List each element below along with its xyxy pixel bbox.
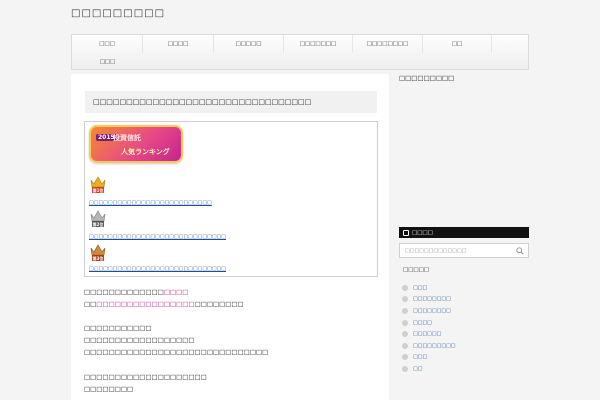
bullet-icon	[402, 307, 408, 314]
category-label: □□	[413, 365, 423, 372]
ranking-banner[interactable]: 2015 投資信託 人気ランキング	[89, 125, 183, 163]
paragraph-3: □□□□□□□□□□□□□□□□□□□□ □□□□□□□□	[84, 371, 384, 395]
rank-2-label: 第2位	[93, 221, 104, 227]
category-item[interactable]: □□□	[402, 352, 456, 364]
paragraph-2-line: □□□□□□□□□□□□□□□□□□	[84, 336, 195, 344]
category-list: □□□ □□□□□□□□ □□□□□□□□ □□□□ □□□□□□ □□□□□□…	[402, 282, 456, 375]
category-label: □□□□□□□□□	[413, 342, 456, 349]
paragraph-2-line: □□□□□□□□□□□	[84, 324, 152, 332]
nav-item-4[interactable]: □□□□□□□	[284, 35, 353, 53]
category-item[interactable]: □□□□	[402, 317, 456, 329]
search-input[interactable]: □□□□□□□□□□□□□	[399, 243, 529, 258]
site-title[interactable]: □□□□□□□□□	[71, 8, 165, 19]
nav-item-2[interactable]: □□□□	[143, 35, 214, 53]
category-label: □□□□□□□□	[413, 307, 451, 314]
paragraph-2: □□□□□□□□□□□ □□□□□□□□□□□□□□□□□□ □□□□□□□□□…	[84, 322, 384, 358]
paragraph-3-line: □□□□□□□□□□□□□□□□□□□□	[84, 373, 207, 381]
nav-row-1: □□□ □□□□ □□□□□ □□□□□□□ □□□□□□□□ □□	[72, 35, 528, 53]
category-item[interactable]: □□□	[402, 282, 456, 294]
sidebar-heading: □□□□□□□□□	[399, 74, 455, 82]
nav-item-3[interactable]: □□□□□	[214, 35, 284, 53]
bullet-icon	[402, 342, 408, 349]
bullet-icon	[402, 365, 408, 372]
rss-label: □□□□	[412, 229, 433, 236]
global-navigation: □□□ □□□□ □□□□□ □□□□□□□ □□□□□□□□ □□ □□□	[71, 34, 529, 70]
bullet-icon	[402, 331, 408, 338]
category-label: □□□□□□□□	[413, 296, 451, 303]
rank-3-label: 第3位	[93, 255, 104, 261]
category-item[interactable]: □□□□□□□□	[402, 305, 456, 317]
sidebar-blank-area	[399, 88, 529, 224]
paragraph-1b-highlight: □□□□□□□□□□□□□□□□	[96, 300, 195, 308]
paragraph-1-text: □□□□□□□□□□□□□	[84, 288, 164, 296]
rss-bar[interactable]: □□□□	[399, 227, 529, 238]
nav-item-5[interactable]: □□□□□□□□	[353, 35, 423, 53]
category-label: □□□	[413, 354, 428, 361]
category-item[interactable]: □□□□□□□□□	[402, 340, 456, 352]
search-placeholder: □□□□□□□□□□□□□	[405, 247, 467, 254]
rank-2-link[interactable]: □□□□□□□□□□□□□□□□□□□□□□□□□□□□□	[89, 234, 226, 240]
ranking-box: 2015 投資信託 人気ランキング 第1位 □□□□□□□□□□□□□□□□□□…	[84, 121, 378, 277]
rank-3-link[interactable]: □□□□□□□□□□□□□□□□□□□□□□□□□□□□□	[89, 266, 226, 272]
gold-crown-icon: 第1位	[89, 174, 107, 194]
category-label: □□□	[413, 284, 428, 291]
silver-crown-icon: 第2位	[89, 208, 107, 228]
paragraph-1b-suffix: □□□□□□□□	[194, 300, 244, 308]
bronze-crown-icon: 第3位	[89, 242, 107, 262]
bullet-icon	[402, 354, 408, 361]
rss-icon	[403, 229, 409, 236]
categories-heading: □□□□□	[403, 267, 429, 273]
category-item[interactable]: □□□□□□□□	[402, 294, 456, 306]
bullet-icon	[402, 284, 408, 291]
bullet-icon	[402, 296, 408, 303]
nav-item-7[interactable]: □□□	[72, 53, 143, 71]
banner-line-2: 人気ランキング	[121, 148, 170, 156]
category-item[interactable]: □□	[402, 363, 456, 375]
paragraph-1-highlight: □□□□	[163, 288, 189, 296]
category-label: □□□□	[413, 319, 432, 326]
category-item[interactable]: □□□□□□	[402, 328, 456, 340]
paragraph-3-line: □□□□□□□□	[84, 385, 134, 393]
category-label: □□□□□□	[413, 331, 442, 338]
paragraph-1: □□□□□□□□□□□□□□□□□ □□□□□□□□□□□□□□□□□□□□□□…	[84, 286, 384, 310]
rank-1-link[interactable]: □□□□□□□□□□□□□□□□□□□□□□□□□□	[89, 200, 212, 206]
sidebar: □□□□□□□□□ □□□□ □□□□□□□□□□□□□ □□□□□ □□□ □…	[399, 74, 529, 400]
nav-item-6[interactable]: □□	[423, 35, 492, 53]
nav-row-2: □□□	[72, 53, 528, 71]
banner-line-1: 投資信託	[113, 134, 141, 142]
nav-item-1[interactable]: □□□	[72, 35, 143, 53]
paragraph-1b-prefix: □□	[84, 300, 97, 308]
paragraph-2-line: □□□□□□□□□□□□□□□□□□□□□□□□□□□□□□	[84, 348, 269, 356]
bullet-icon	[402, 319, 408, 326]
search-icon[interactable]	[516, 247, 524, 255]
post-title: □□□□□□□□□□□□□□□□□□□□□□□□□□□□□□□□□	[85, 91, 377, 113]
main-content: □□□□□□□□□□□□□□□□□□□□□□□□□□□□□□□□□ 2015 投…	[71, 74, 389, 400]
rank-1-label: 第1位	[93, 187, 104, 193]
